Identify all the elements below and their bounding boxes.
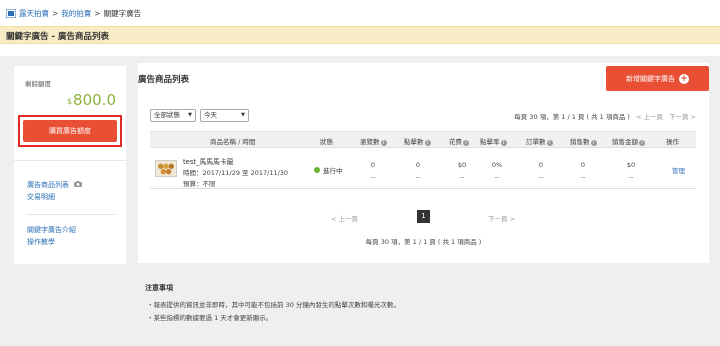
caret-down-icon: ▼ [188,112,192,118]
next-page-link[interactable]: 下一頁 > [669,111,696,121]
page: 露天拍賣 > 我的拍賣 > 關鍵字廣告 關鍵字廣告 - 廣告商品列表 剩餘額度 … [0,0,720,346]
page-number-current[interactable]: 1 [417,210,430,223]
date-filter-value: 今天 [204,111,217,119]
cell-cost: $0 -- [457,161,467,181]
sidebar-links-secondary: 關鍵字廣告介紹 操作教學 [27,224,76,248]
product-budget: 預算：不限 [183,180,216,188]
quota-amount: 800.0 [73,91,116,109]
cell-sales-amount: $0 -- [626,161,636,181]
breadcrumb-separator: > [52,8,59,18]
prev-page-link[interactable]: < 上一頁 [331,213,358,223]
breadcrumb-link-my-auction[interactable]: 我的拍賣 [61,8,91,19]
breadcrumb: 露天拍賣 > 我的拍賣 > 關鍵字廣告 [6,6,141,20]
quota-value: $800.0 [67,91,116,109]
add-keyword-ad-button[interactable]: 新增關鍵字廣告 + [606,66,709,91]
sidebar-item-label: 廣告商品列表 [27,181,69,189]
sidebar-divider [14,160,126,161]
column-header-orders: 訂單數 i [526,136,553,146]
column-header-ctr: 點擊率 i [480,136,507,146]
column-header-views: 瀏覽數 i [360,136,387,146]
column-header-sales: 銷售數 i [570,136,597,146]
column-header-clicks: 點擊數 i [404,136,431,146]
cell-orders: 0 -- [538,161,544,181]
status-filter-select[interactable]: 全部狀態 ▼ [150,109,196,122]
add-keyword-ad-label: 新增關鍵字廣告 [626,74,675,83]
sidebar-links-primary: 廣告商品列表 交易明細 [27,179,83,203]
product-time: 時間：2017/11/29 至 2017/11/30 [183,169,289,177]
sidebar-inner-divider [27,214,115,215]
page-title-band: 關鍵字廣告 - 廣告商品列表 [0,26,720,44]
macaron-image [156,161,176,176]
status-filter-value: 全部狀態 [154,111,180,119]
product-name: test_馬馬馬卡龍 [183,158,234,166]
page-title: 關鍵字廣告 - 廣告商品列表 [6,32,109,42]
quota-currency: $ [66,97,73,106]
note-item: ・某些指標的數據要過 1 天才會更新顯示。 [147,314,273,322]
sidebar: 剩餘額度 $800.0 購買廣告額度 廣告商品列表 交易明細 關鍵字廣告介紹 操… [14,66,126,264]
cell-clicks: 0 -- [415,161,421,181]
status-dot-icon [314,167,320,173]
info-icon[interactable]: i [500,140,507,146]
quota-label: 剩餘額度 [25,80,51,88]
note-item: ・報表提供的資訊並非即時，其中可能不包括前 30 分鐘內發生的點擊次數和曝光次數… [147,301,400,309]
pager-summary: 每頁 30 項，第 1 / 1 頁 ( 共 1 項商品 ) [514,113,630,121]
info-icon[interactable]: i [424,140,431,146]
sidebar-item-transactions[interactable]: 交易明細 [27,191,82,203]
status-badge: 進行中 [314,165,343,175]
prev-page-link[interactable]: < 上一頁 [636,111,663,121]
manage-link[interactable]: 管理 [672,165,685,175]
sidebar-item-tutorial[interactable]: 操作教學 [27,236,76,248]
sidebar-item-keyword-ad-intro[interactable]: 關鍵字廣告介紹 [27,224,76,236]
next-page-link[interactable]: 下一頁 > [488,213,515,223]
table-header: 商品名稱 / 時間 狀態 瀏覽數 i 點擊數 i 花費 i 點擊率 i 訂單數 i 銷售數… [150,131,696,148]
caret-down-icon: ▼ [241,112,245,118]
status-text: 進行中 [323,167,343,175]
pager-bottom: < 上一頁 1 下一頁 > [138,210,709,224]
info-icon[interactable]: i [546,140,553,146]
column-header-action: 操作 [666,138,679,146]
breadcrumb-separator: > [94,8,101,18]
pager-summary-bottom: 每頁 30 項，第 1 / 1 頁 ( 共 1 項商品 ) [365,238,482,246]
camera-icon [74,181,83,187]
buy-quota-highlight: 購買廣告額度 [18,115,122,147]
info-icon[interactable]: i [380,140,387,146]
pager-top: 每頁 30 項，第 1 / 1 頁 ( 共 1 項商品 ) < 上一頁 下一頁 … [514,111,696,121]
plus-circle-icon: + [679,73,689,84]
info-icon[interactable]: i [639,140,645,146]
column-header-sales-amount: 銷售金額 i [612,136,645,146]
filter-row: 全部狀態 ▼ 今天 ▼ [150,109,249,122]
breadcrumb-link-ruten[interactable]: 露天拍賣 [19,8,49,19]
ad-products-panel: 廣告商品列表 新增關鍵字廣告 + 全部狀態 ▼ 今天 ▼ 每頁 30 項，第 1… [138,63,709,263]
date-filter-select[interactable]: 今天 ▼ [200,109,249,122]
info-icon[interactable]: i [463,140,469,146]
notes-section: 注意事項 ・報表提供的資訊並非即時，其中可能不包括前 30 分鐘內發生的點擊次數… [145,283,705,325]
table-row: test_馬馬馬卡龍 時間：2017/11/29 至 2017/11/30 預算… [150,149,696,189]
breadcrumb-current: 關鍵字廣告 [103,8,142,18]
panel-title: 廣告商品列表 [138,75,190,85]
cell-sales: 0 -- [580,161,586,181]
notes-title: 注意事項 [145,284,173,292]
cell-ctr: 0% -- [491,161,503,181]
column-header-status: 狀態 [320,138,333,146]
sidebar-item-ad-products[interactable]: 廣告商品列表 [27,179,83,191]
buy-quota-button[interactable]: 購買廣告額度 [23,120,117,142]
cell-views: 0 -- [370,161,376,181]
product-thumbnail[interactable] [155,160,177,177]
home-icon [6,8,16,18]
column-header-name-time: 商品名稱 / 時間 [210,138,256,146]
column-header-cost: 花費 i [449,136,469,146]
info-icon[interactable]: i [590,140,597,146]
